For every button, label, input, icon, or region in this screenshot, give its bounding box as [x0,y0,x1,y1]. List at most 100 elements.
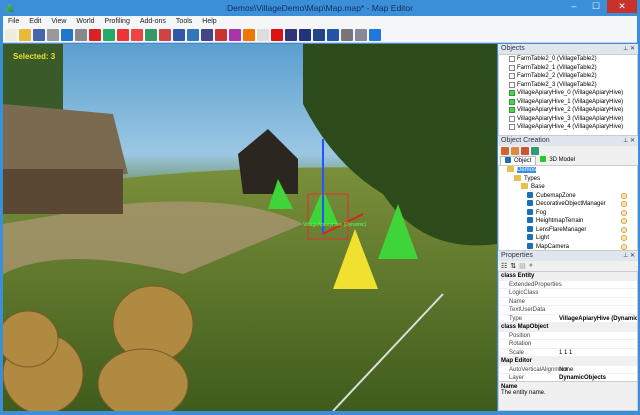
save-icon[interactable] [33,28,45,41]
visibility-checkbox[interactable] [509,64,515,71]
property-value[interactable]: VillageApiaryHive (DynamicObject) [559,315,637,323]
menu-add-ons[interactable]: Add-ons [135,16,171,27]
scale-icon[interactable] [117,28,129,41]
property-row[interactable]: TextUserData [499,306,637,315]
info-bulb-icon[interactable] [621,235,627,241]
create2-icon[interactable] [511,147,519,155]
focus-icon[interactable] [299,28,311,41]
drop2-icon[interactable] [327,28,339,41]
property-row[interactable]: Scale 1 1 1 [499,348,637,357]
property-value[interactable] [559,340,637,348]
tree-type[interactable]: HeightmapTerrain [499,217,637,226]
visibility-checkbox[interactable] [509,81,515,88]
tree-type[interactable]: DecorativeObjectManager [499,200,637,209]
visibility-checkbox[interactable] [509,107,515,113]
move-icon[interactable] [89,28,101,41]
snap-icon[interactable] [145,28,157,41]
model-icon[interactable] [531,147,539,155]
menu-edit[interactable]: Edit [24,16,46,27]
property-value[interactable] [559,281,637,289]
info-bulb-icon[interactable] [621,218,627,224]
property-value[interactable]: DynamicObjects [559,374,637,382]
object-list-item[interactable]: VillageApiaryHive_0 (VillageApiaryHive) [499,89,637,98]
property-value[interactable] [559,298,637,306]
entity-icon[interactable] [173,28,185,41]
object-list-item[interactable]: FarmTable2_0 (VillageTable2) [499,55,637,64]
tree-type[interactable]: Light [499,234,637,243]
object-list-item[interactable]: VillageApiaryHive_2 (VillageApiaryHive) [499,106,637,115]
object-list-item[interactable]: FarmTable2_1 (VillageTable2) [499,64,637,73]
redo-icon[interactable] [61,28,73,41]
visibility-checkbox[interactable] [509,115,515,122]
menu-world[interactable]: World [71,16,99,27]
delete-icon[interactable] [271,28,283,41]
new-icon[interactable] [5,28,17,41]
menu-file[interactable]: File [3,16,24,27]
close-button[interactable]: ✕ [607,0,637,13]
tree-type[interactable]: CubemapZone [499,191,637,201]
pages-icon[interactable]: ▤ [519,262,526,270]
property-row[interactable]: Type VillageApiaryHive (DynamicObject) [499,314,637,323]
tree-folder[interactable]: Base [499,183,637,192]
property-row[interactable]: LogicClass [499,289,637,298]
visibility-checkbox[interactable] [509,124,515,130]
paint-icon[interactable] [215,28,227,41]
maximize-button[interactable]: ☐ [585,0,607,13]
select-icon[interactable] [75,28,87,41]
visibility-checkbox[interactable] [509,98,515,105]
object-list-item[interactable]: VillageApiaryHive_4 (VillageApiaryHive) [499,123,637,132]
property-category[interactable]: class MapObject [499,323,637,332]
pin-close-icon[interactable]: ⊥ ✕ [623,136,635,146]
pin-close-icon[interactable]: ⊥ ✕ [623,44,635,54]
menu-tools[interactable]: Tools [171,16,197,27]
pin-close-icon[interactable]: ⊥ ✕ [623,251,635,261]
zoom-icon[interactable] [285,28,297,41]
categorized-icon[interactable]: ☷ [501,262,507,270]
tree-type[interactable]: LensFlareManager [499,225,637,235]
visibility-checkbox[interactable] [509,73,515,79]
object-list-item[interactable]: VillageApiaryHive_3 (VillageApiaryHive) [499,115,637,124]
create3-icon[interactable] [521,147,529,155]
object-list-item[interactable]: VillageApiaryHive_1 (VillageApiaryHive) [499,98,637,107]
property-row[interactable]: AutoVerticalAlignment None [499,365,637,374]
rotate-icon[interactable] [103,28,115,41]
property-row[interactable]: Position [499,331,637,340]
tree-folder[interactable]: Types [499,174,637,184]
property-row[interactable]: Name [499,297,637,306]
info-bulb-icon[interactable] [621,226,627,233]
sort-az-icon[interactable]: ⇅ [510,262,516,270]
undo-icon[interactable] [47,28,59,41]
creation-tree[interactable]: Demos Types Base CubemapZone DecorativeObjec… [498,165,638,251]
menu-profiling[interactable]: Profiling [100,16,135,27]
property-category[interactable]: Map Editor [499,357,637,366]
property-category[interactable]: class Entity [499,272,637,281]
visibility-checkbox[interactable] [509,90,515,96]
property-value[interactable] [559,289,637,297]
property-row[interactable]: Rotation [499,340,637,349]
tools-icon[interactable] [355,28,367,41]
3d-viewport[interactable]: Selected: 3 VillageApiaryHive (Dynamic) [3,44,497,411]
copy-icon[interactable] [257,28,269,41]
minimize-button[interactable]: – [563,0,585,13]
tree-folder[interactable]: Demos [499,166,637,175]
object-list-item[interactable]: FarmTable2_2 (VillageTable2) [499,72,637,81]
tab-object[interactable]: Object [500,156,537,165]
transform-icon[interactable] [159,28,171,41]
info-bulb-icon[interactable] [621,243,627,250]
menu-view[interactable]: View [46,16,71,27]
create-icon[interactable] [501,147,509,155]
property-value[interactable] [559,306,637,314]
info-icon[interactable]: ● [529,262,533,270]
play-icon[interactable] [369,28,381,41]
info-bulb-icon[interactable] [621,201,627,207]
objects-list[interactable]: FarmTable2_0 (VillageTable2) FarmTable2_1… [498,54,638,136]
info-bulb-icon[interactable] [621,209,627,216]
drop-icon[interactable] [313,28,325,41]
property-value[interactable] [559,332,637,340]
property-value[interactable]: 1 1 1 [559,349,637,357]
property-row[interactable]: ExtendedProperties [499,280,637,289]
material-icon[interactable] [229,28,241,41]
brush-icon[interactable] [243,28,255,41]
layer2-icon[interactable] [201,28,213,41]
axis-icon[interactable] [131,28,143,41]
